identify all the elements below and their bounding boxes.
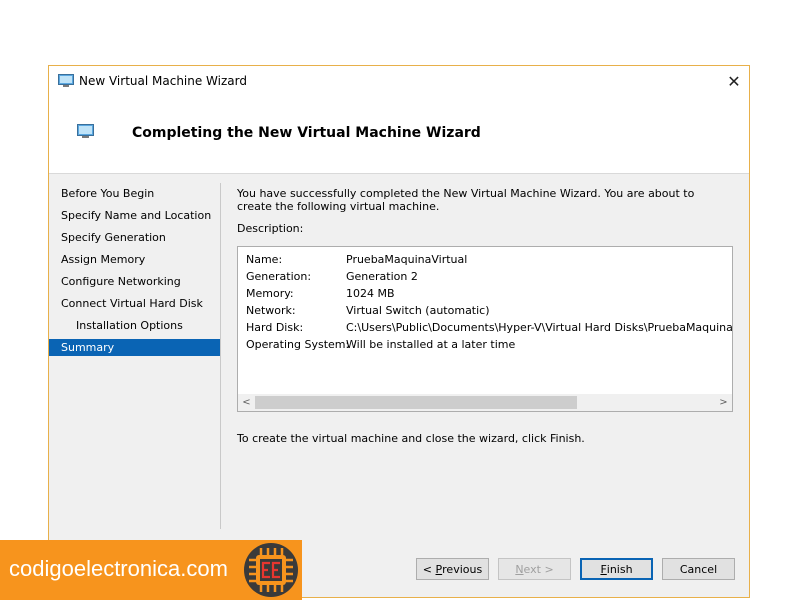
finish-label: inish [606, 562, 633, 576]
description-key: Generation: [246, 270, 312, 283]
nav-item-connect-virtual-hard-disk[interactable]: Connect Virtual Hard Disk [49, 293, 220, 315]
previous-label: revious [442, 562, 483, 576]
watermark-banner: codigoelectronica.com [0, 540, 302, 600]
nav-item-specify-name-and-location[interactable]: Specify Name and Location [49, 205, 220, 227]
wizard-steps-nav: Before You Begin Specify Name and Locati… [49, 183, 220, 356]
nav-item-configure-networking[interactable]: Configure Networking [49, 271, 220, 293]
page-title: Completing the New Virtual Machine Wizar… [132, 125, 481, 141]
cancel-label: Cancel [679, 562, 718, 576]
description-label: Description: [237, 222, 304, 235]
description-value: Generation 2 [346, 270, 418, 283]
wizard-window: New Virtual Machine Wizard ✕ Completing … [48, 65, 750, 598]
cancel-button[interactable]: Cancel [662, 558, 735, 580]
description-box[interactable]: Name: PruebaMaquinaVirtual Generation: Gen… [237, 246, 733, 412]
previous-prefix: < [422, 562, 436, 576]
virtual-machine-icon [77, 124, 94, 138]
title-bar[interactable]: New Virtual Machine Wizard ✕ [49, 66, 749, 96]
horizontal-scrollbar[interactable]: < > [238, 394, 732, 411]
chip-logo-icon [244, 543, 298, 597]
description-key: Memory: [246, 287, 294, 300]
finish-button[interactable]: Finish [580, 558, 653, 580]
description-key: Network: [246, 304, 296, 317]
finish-instructions: To create the virtual machine and close … [237, 432, 585, 445]
description-row-memory: Memory: 1024 MB [246, 285, 732, 302]
scroll-right-icon[interactable]: > [715, 394, 732, 411]
nav-item-assign-memory[interactable]: Assign Memory [49, 249, 220, 271]
previous-button[interactable]: < Previous [416, 558, 489, 580]
description-key: Name: [246, 253, 283, 266]
close-button[interactable]: ✕ [719, 66, 749, 96]
next-accelerator: N [515, 562, 524, 576]
scrollbar-thumb[interactable] [255, 396, 577, 409]
virtual-machine-icon [58, 74, 74, 87]
window-title: New Virtual Machine Wizard [79, 74, 247, 88]
nav-item-installation-options[interactable]: Installation Options [49, 315, 220, 337]
description-value: PruebaMaquinaVirtual [346, 253, 468, 266]
description-key: Operating System: [246, 338, 350, 351]
wizard-header: Completing the New Virtual Machine Wizar… [49, 96, 749, 174]
description-row-operating-system: Operating System:Will be installed at a … [246, 336, 732, 353]
summary-content: You have successfully completed the New … [237, 187, 737, 445]
description-value: 1024 MB [346, 287, 395, 300]
description-row-name: Name: PruebaMaquinaVirtual [246, 251, 732, 268]
nav-item-before-you-begin[interactable]: Before You Begin [49, 183, 220, 205]
description-row-network: Network: Virtual Switch (automatic) [246, 302, 732, 319]
next-button[interactable]: Next > [498, 558, 571, 580]
previous-accelerator: P [435, 562, 443, 576]
description-value: Virtual Switch (automatic) [346, 304, 490, 317]
description-value: Will be installed at a later time [346, 338, 516, 351]
nav-divider [220, 183, 221, 529]
watermark-text: codigoelectronica.com [9, 556, 228, 581]
description-key: Hard Disk: [246, 321, 304, 334]
next-label: ext > [523, 562, 554, 576]
intro-text: You have successfully completed the New … [237, 187, 695, 213]
nav-item-specify-generation[interactable]: Specify Generation [49, 227, 220, 249]
description-rows: Name: PruebaMaquinaVirtual Generation: Gen… [246, 251, 733, 353]
close-icon: ✕ [727, 71, 741, 91]
scroll-left-icon[interactable]: < [238, 394, 255, 411]
description-value: C:\Users\Public\Documents\Hyper-V\Virtua… [346, 321, 733, 334]
description-row-generation: Generation: Generation 2 [246, 268, 732, 285]
nav-item-summary[interactable]: Summary [49, 339, 220, 356]
description-row-hard-disk: Hard Disk: C:\Users\Public\Documents\Hype… [246, 319, 733, 336]
